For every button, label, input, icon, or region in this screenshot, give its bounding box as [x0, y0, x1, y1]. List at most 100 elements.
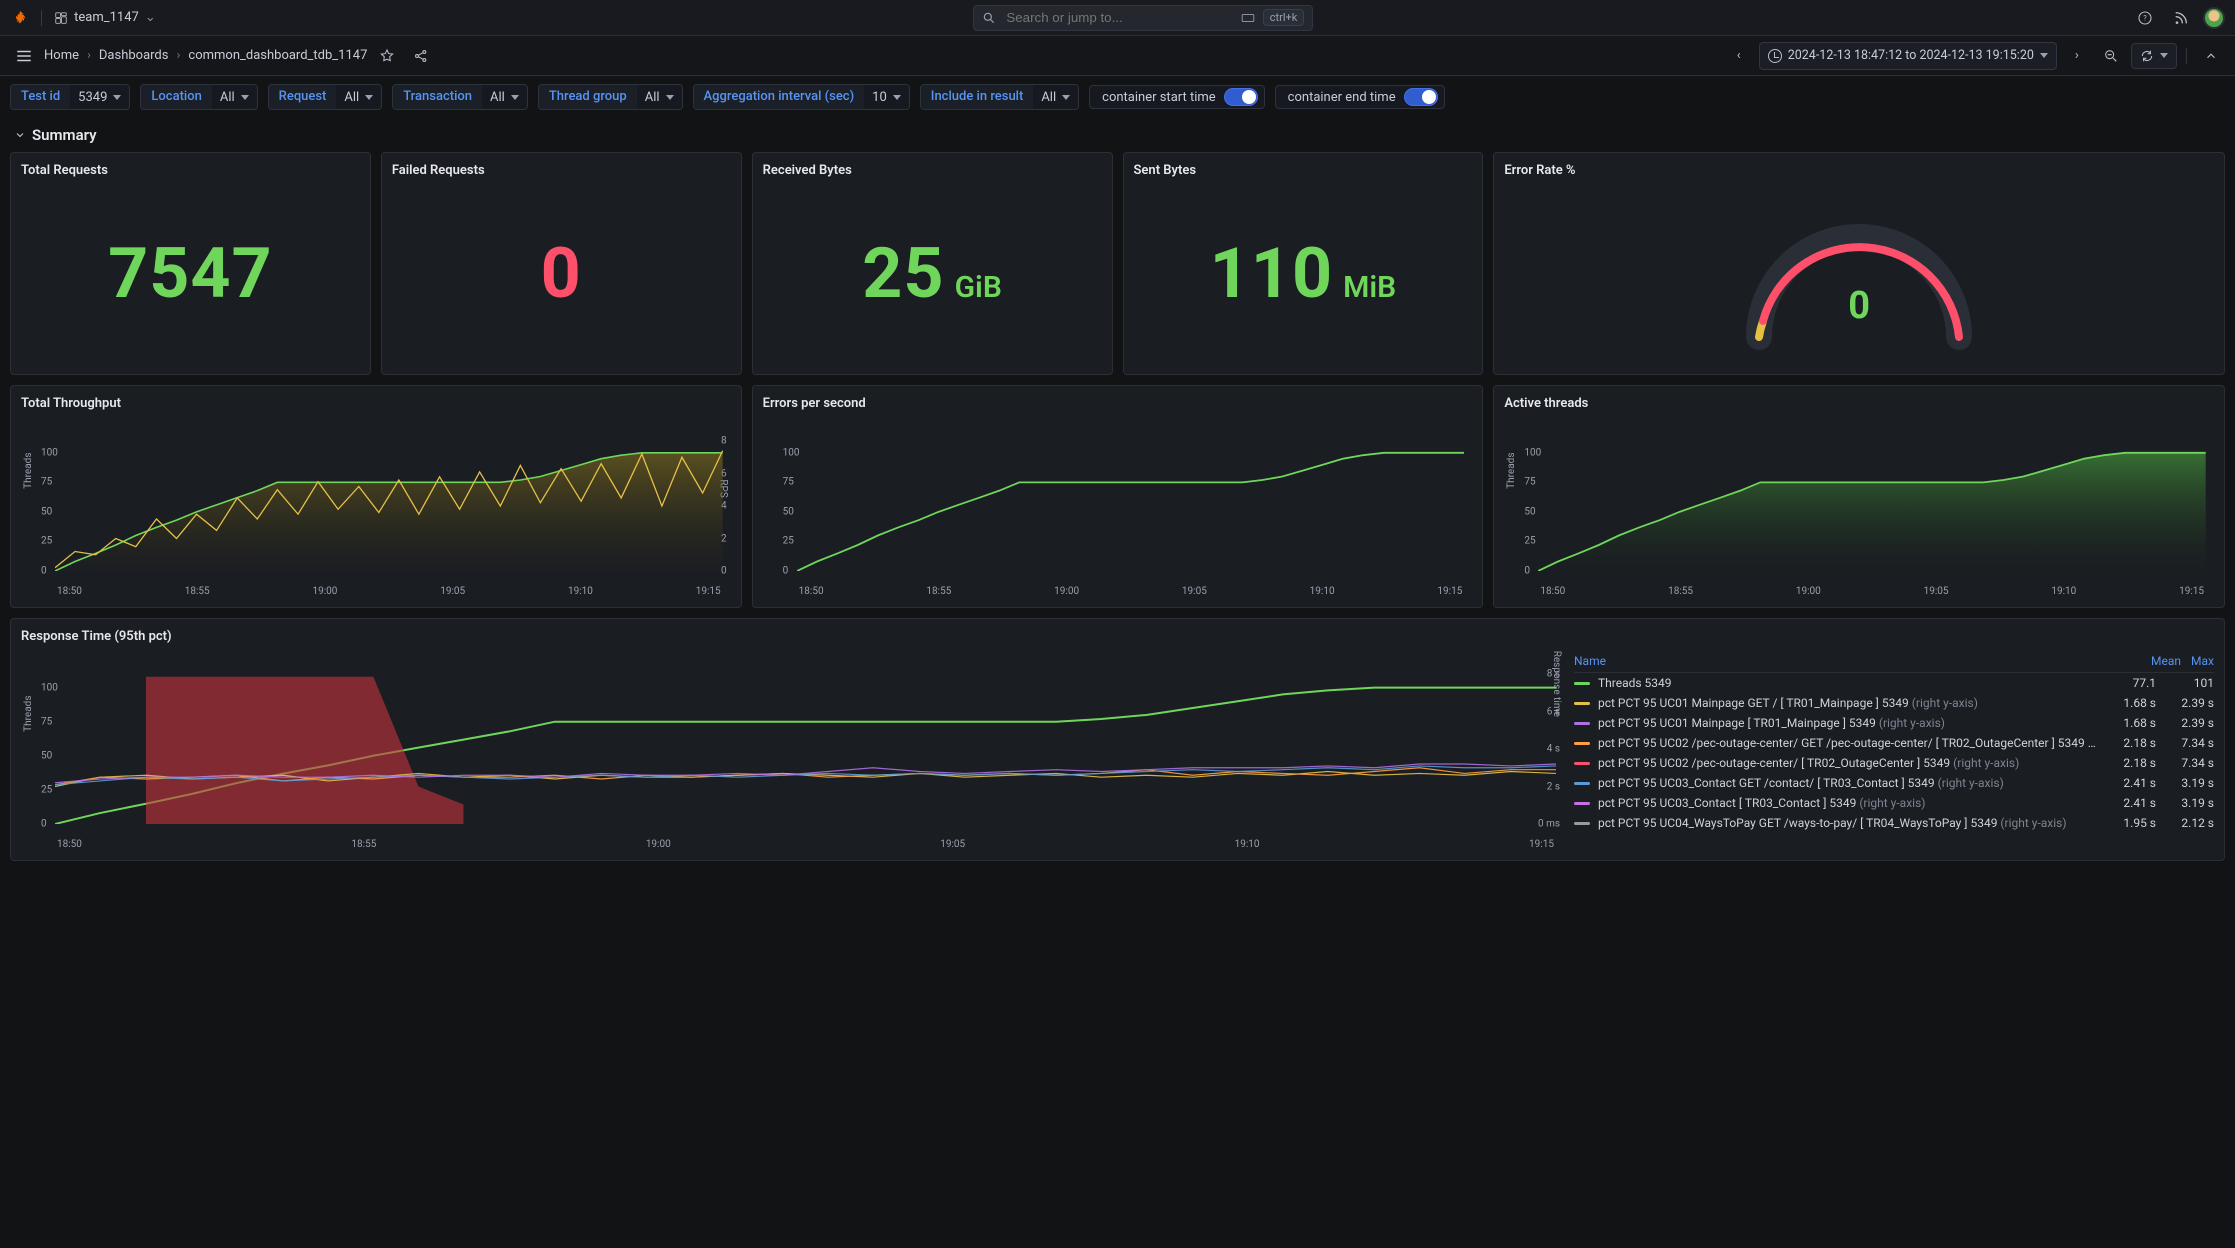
row-summary-toggle[interactable]: Summary	[10, 124, 2225, 152]
variable-label: Location	[141, 85, 211, 109]
menu-toggle-button[interactable]	[10, 42, 38, 70]
news-button[interactable]	[2167, 4, 2195, 32]
legend-col-max[interactable]: Max	[2191, 654, 2214, 668]
legend-row[interactable]: pct PCT 95 UC01 Mainpage GET / [ TR01_Ma…	[1574, 693, 2214, 713]
variable-aggregation-interval-sec-[interactable]: Aggregation interval (sec) 10	[693, 84, 910, 110]
panel-sent-bytes: Sent Bytes 110MiB	[1123, 152, 1484, 375]
workspace-picker[interactable]: team_1147 ⌄	[54, 10, 156, 25]
legend-row[interactable]: pct PCT 95 UC02 /pec-outage-center/ GET …	[1574, 733, 2214, 753]
legend-max: 2.12 s	[2164, 816, 2214, 830]
toggle-icon	[1224, 88, 1258, 106]
panel-title: Total Requests	[21, 163, 360, 178]
legend-series-name: pct PCT 95 UC01 Mainpage GET / [ TR01_Ma…	[1598, 696, 2098, 710]
panel-title: Error Rate %	[1504, 163, 2214, 178]
breadcrumb-home[interactable]: Home	[44, 48, 79, 63]
legend-max: 2.39 s	[2164, 716, 2214, 730]
legend-series-name: pct PCT 95 UC04_WaysToPay GET /ways-to-p…	[1598, 816, 2098, 830]
breadcrumb-current: common_dashboard_tdb_1147	[188, 48, 367, 63]
legend-color-icon	[1574, 742, 1590, 745]
chevron-down-icon	[2040, 53, 2048, 58]
chevron-down-icon	[113, 95, 121, 100]
variable-label: Transaction	[393, 85, 482, 109]
variable-label: Aggregation interval (sec)	[694, 85, 865, 109]
timerange-prev[interactable]: ‹	[1725, 42, 1753, 70]
variable-request[interactable]: Request All	[268, 84, 383, 110]
panel-total-throughput: Total Throughput Threads RPS 02550751000…	[10, 385, 742, 608]
star-icon	[379, 48, 395, 64]
legend-color-icon	[1574, 762, 1590, 765]
axis-left-label: Threads	[23, 696, 34, 732]
variable-value: All	[490, 90, 505, 105]
stat-unit: GiB	[955, 270, 1002, 305]
legend-max: 3.19 s	[2164, 776, 2214, 790]
stat-unit: MiB	[1343, 270, 1396, 305]
dashboard-icon	[54, 11, 68, 25]
panel-total-requests: Total Requests 7547	[10, 152, 371, 375]
variable-transaction[interactable]: Transaction All	[392, 84, 528, 110]
switch-container-start-time[interactable]: container start time	[1089, 85, 1265, 109]
share-button[interactable]	[407, 42, 435, 70]
variable-location[interactable]: Location All	[140, 84, 257, 110]
breadcrumb-dashboards[interactable]: Dashboards	[99, 48, 169, 63]
help-button[interactable]: ?	[2131, 4, 2159, 32]
legend-row[interactable]: pct PCT 95 UC02 /pec-outage-center/ [ TR…	[1574, 753, 2214, 773]
star-button[interactable]	[373, 42, 401, 70]
switch-container-end-time[interactable]: container end time	[1275, 85, 1445, 109]
legend-row[interactable]: pct PCT 95 UC04_WaysToPay GET /ways-to-p…	[1574, 813, 2214, 833]
variable-value: All	[1041, 90, 1056, 105]
legend-mean: 77.1	[2106, 676, 2156, 690]
panel-title: Total Throughput	[21, 396, 731, 411]
variable-label: Test id	[11, 85, 70, 109]
help-icon: ?	[2137, 10, 2153, 26]
grafana-logo-icon[interactable]	[10, 8, 30, 28]
search-input[interactable]	[1004, 9, 1232, 26]
share-icon	[413, 48, 429, 64]
variable-label: Include in result	[921, 85, 1034, 109]
refresh-button[interactable]	[2131, 43, 2177, 69]
legend-max: 101	[2164, 676, 2214, 690]
legend-row[interactable]: pct PCT 95 UC03_Contact [ TR03_Contact ]…	[1574, 793, 2214, 813]
gauge: 0	[1504, 184, 2214, 359]
rss-icon	[2173, 10, 2189, 26]
legend-mean: 2.18 s	[2106, 736, 2156, 750]
chevron-down-icon	[893, 95, 901, 100]
legend-row[interactable]: pct PCT 95 UC03_Contact GET /contact/ [ …	[1574, 773, 2214, 793]
user-avatar[interactable]	[2203, 7, 2225, 29]
variable-include-in-result[interactable]: Include in result All	[920, 84, 1079, 110]
global-search[interactable]: ctrl+k	[973, 5, 1313, 31]
legend-series-name: pct PCT 95 UC01 Mainpage [ TR01_Mainpage…	[1598, 716, 2098, 730]
chevron-down-icon	[1062, 95, 1070, 100]
variable-value: All	[645, 90, 660, 105]
legend-series-name: pct PCT 95 UC02 /pec-outage-center/ [ TR…	[1598, 756, 2098, 770]
legend-row[interactable]: pct PCT 95 UC01 Mainpage [ TR01_Mainpage…	[1574, 713, 2214, 733]
time-range-text: 2024-12-13 18:47:12 to 2024-12-13 19:15:…	[1788, 48, 2034, 63]
chevron-down-icon	[14, 129, 26, 141]
variable-thread-group[interactable]: Thread group All	[538, 84, 683, 110]
legend-max: 7.34 s	[2164, 736, 2214, 750]
zoom-out-icon	[2103, 48, 2119, 64]
legend-series-name: pct PCT 95 UC03_Contact [ TR03_Contact ]…	[1598, 796, 2098, 810]
variable-value: 5349	[78, 90, 107, 105]
legend-mean: 2.18 s	[2106, 756, 2156, 770]
legend-mean: 2.41 s	[2106, 776, 2156, 790]
zoom-out-button[interactable]	[2097, 42, 2125, 70]
legend-color-icon	[1574, 682, 1590, 685]
panel-title: Errors per second	[763, 396, 1473, 411]
panel-active-threads: Active threads Threads 025507510018:5018…	[1493, 385, 2225, 608]
timerange-next[interactable]: ›	[2063, 42, 2091, 70]
variable-label: Thread group	[539, 85, 637, 109]
time-range-picker[interactable]: 2024-12-13 18:47:12 to 2024-12-13 19:15:…	[1759, 42, 2057, 70]
panel-title: Sent Bytes	[1134, 163, 1473, 178]
legend-mean: 1.95 s	[2106, 816, 2156, 830]
menu-icon	[15, 47, 33, 65]
gauge-value: 0	[1504, 284, 2214, 328]
variable-test-id[interactable]: Test id 5349	[10, 84, 130, 110]
collapse-button[interactable]	[2197, 42, 2225, 70]
switch-label: container start time	[1096, 90, 1216, 105]
legend-row[interactable]: Threads 5349 77.1 101	[1574, 673, 2214, 693]
legend-col-mean[interactable]: Mean	[2151, 654, 2181, 668]
panel-failed-requests: Failed Requests 0	[381, 152, 742, 375]
clock-icon	[1768, 49, 1782, 63]
legend-col-name[interactable]: Name	[1574, 654, 2141, 668]
search-icon	[982, 11, 996, 25]
